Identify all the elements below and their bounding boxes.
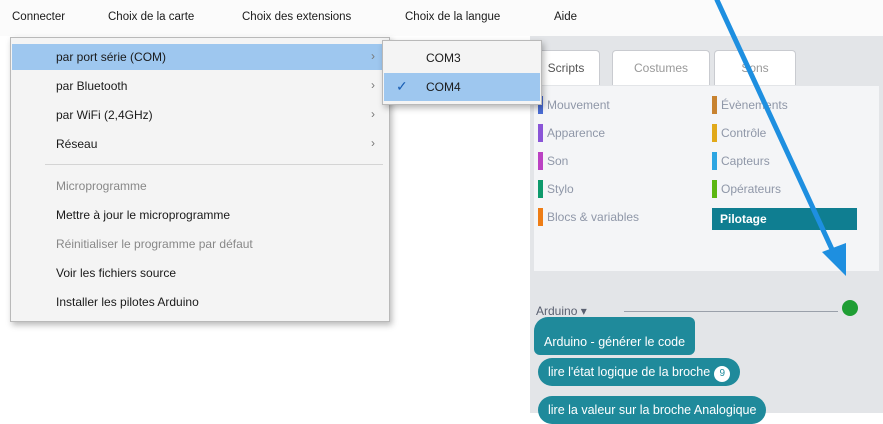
category-color-bar: [712, 152, 717, 170]
block-read-digital-pin[interactable]: lire l'état logique de la broche 9: [538, 358, 741, 386]
menu-item-view-source[interactable]: Voir les fichiers source: [12, 260, 387, 286]
tab-costumes[interactable]: Costumes: [612, 50, 710, 85]
block-label: lire la valeur sur la broche Analogique: [548, 403, 757, 417]
chevron-right-icon: ›: [371, 49, 375, 63]
menu-item-reset-default: Réinitialiser le programme par défaut: [12, 231, 387, 257]
menu-item-wifi[interactable]: par WiFi (2,4GHz) ›: [12, 102, 387, 128]
menu-item-bluetooth[interactable]: par Bluetooth ›: [12, 73, 387, 99]
menu-item-serial-port[interactable]: par port série (COM) ›: [12, 44, 387, 70]
chevron-right-icon: ›: [371, 136, 375, 150]
menu-item-label: Mettre à jour le microprogramme: [56, 208, 231, 222]
category-label: Mouvement: [547, 98, 610, 112]
category-label: Opérateurs: [721, 182, 782, 196]
category-label: Pilotage: [720, 212, 767, 226]
category-label: Apparence: [547, 126, 606, 140]
category-color-bar: [538, 152, 543, 170]
menu-item-label: Réinitialiser le programme par défaut: [56, 237, 253, 251]
block-read-analog-pin[interactable]: lire la valeur sur la broche Analogique: [538, 396, 767, 424]
chevron-right-icon: ›: [371, 78, 375, 92]
category-label: Stylo: [547, 182, 574, 196]
category-label: Blocs & variables: [547, 210, 640, 224]
menu-item-label: par Bluetooth: [56, 79, 128, 93]
menu-item-update-firmware[interactable]: Mettre à jour le microprogramme: [12, 202, 387, 228]
submenu-item-com4[interactable]: ✓ COM4: [384, 73, 540, 101]
category-color-bar: [538, 180, 543, 198]
category-color-bar: [712, 96, 717, 114]
submenu-item-label: COM3: [426, 51, 461, 65]
menu-item-label: Réseau: [56, 137, 98, 151]
category-color-bar: [712, 124, 717, 142]
menu-item-reseau[interactable]: Réseau ›: [12, 131, 387, 157]
block-arduino-generate-code[interactable]: Arduino - générer le code: [534, 317, 696, 355]
checkmark-icon: ✓: [396, 78, 408, 94]
menu-choix-langue[interactable]: Choix de la langue: [405, 11, 500, 23]
category-palette: Mouvement Apparence Son Stylo Blocs & va…: [534, 86, 879, 271]
block-label: Arduino - générer le code: [544, 335, 686, 349]
menu-item-label: Microprogramme: [56, 179, 147, 193]
menu-connecter[interactable]: Connecter: [12, 11, 65, 23]
menu-item-label: Installer les pilotes Arduino: [56, 295, 199, 309]
category-label: Son: [547, 154, 569, 168]
menu-item-label: par WiFi (2,4GHz): [56, 108, 153, 122]
menu-aide[interactable]: Aide: [554, 11, 577, 23]
submenu-item-com3[interactable]: COM3: [384, 44, 540, 72]
category-label: Évènements: [721, 98, 788, 112]
menubar: Connecter Choix de la carte Choix des ex…: [0, 0, 883, 36]
block-label: lire l'état logique de la broche: [548, 365, 711, 379]
category-color-bar: [538, 124, 543, 142]
connecter-dropdown-menu: par port série (COM) › par Bluetooth › p…: [10, 37, 390, 322]
menu-choix-extensions[interactable]: Choix des extensions: [242, 11, 351, 23]
tab-sons[interactable]: Sons: [714, 50, 796, 85]
submenu-item-label: COM4: [426, 80, 461, 94]
category-label: Capteurs: [721, 154, 770, 168]
menu-separator: [45, 164, 383, 165]
script-area: Scripts Costumes Sons Mouvement Apparenc…: [530, 36, 883, 424]
category-pilotage[interactable]: Pilotage: [712, 208, 857, 230]
menu-choix-carte[interactable]: Choix de la carte: [108, 11, 194, 23]
category-color-bar: [712, 180, 717, 198]
menu-item-label: Voir les fichiers source: [56, 266, 177, 280]
arduino-section-header[interactable]: Arduino ▾: [536, 304, 587, 318]
pin-number-badge[interactable]: 9: [714, 366, 731, 382]
com-port-submenu: COM3 ✓ COM4: [382, 40, 542, 105]
menu-item-install-drivers[interactable]: Installer les pilotes Arduino: [12, 289, 387, 315]
chevron-right-icon: ›: [371, 107, 375, 121]
category-label: Contrôle: [721, 126, 767, 140]
menu-item-microprogramme: Microprogramme: [12, 173, 387, 199]
tab-scripts[interactable]: Scripts: [532, 50, 600, 85]
section-divider: [624, 311, 838, 312]
menu-item-label: par port série (COM): [56, 50, 167, 64]
green-status-dot: [842, 300, 858, 316]
category-color-bar: [538, 208, 543, 226]
